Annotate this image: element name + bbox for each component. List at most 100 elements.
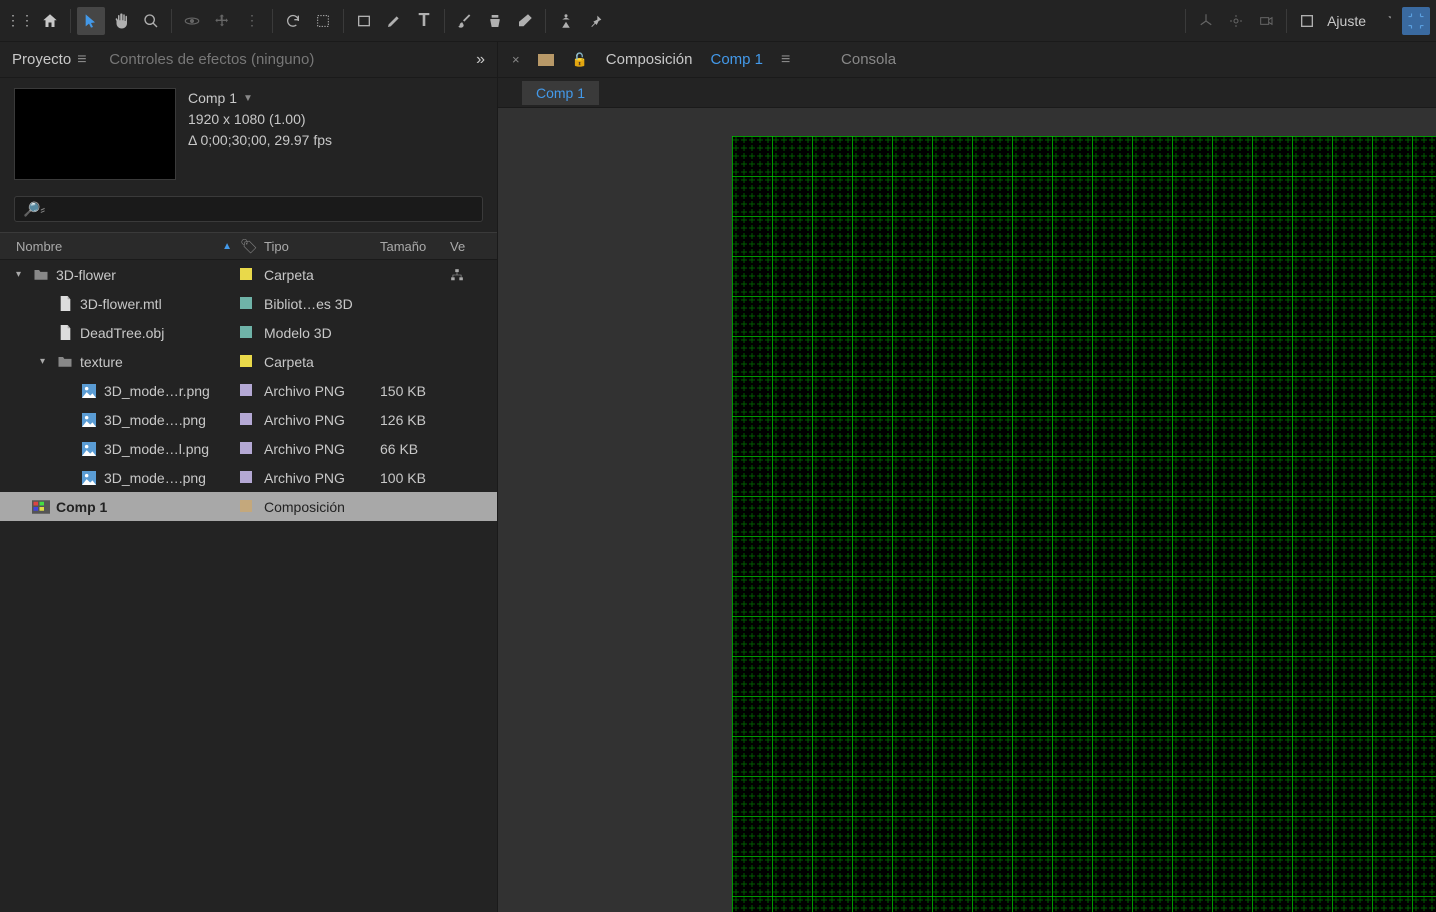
viewer-canvas[interactable]: [732, 136, 1436, 912]
home-icon[interactable]: [36, 7, 64, 35]
lock-icon[interactable]: 🔓: [572, 52, 588, 68]
project-row[interactable]: ▾textureCarpeta: [0, 347, 497, 376]
hand-tool-icon[interactable]: [107, 7, 135, 35]
pen-tool-icon[interactable]: [380, 7, 408, 35]
color-label-swatch[interactable]: [240, 355, 252, 367]
rotate-tool-icon[interactable]: [279, 7, 307, 35]
tab-project-label: Proyecto: [12, 51, 71, 68]
row-type: Carpeta: [264, 267, 380, 283]
3d-axis-icon[interactable]: [1192, 7, 1220, 35]
column-name[interactable]: Nombre: [16, 239, 62, 254]
row-type: Composición: [264, 499, 380, 515]
project-row[interactable]: 3D_mode….pngArchivo PNG126 KB: [0, 405, 497, 434]
selection-tool-icon[interactable]: [77, 7, 105, 35]
viewer-panel: × 🔓 Composición Comp 1 Consola Comp 1: [498, 42, 1436, 912]
tab-effects-label: Controles de efectos (ninguno): [109, 51, 314, 68]
separator: [272, 9, 273, 33]
row-size: 100 KB: [380, 470, 450, 486]
panel-menu-icon[interactable]: [77, 51, 89, 69]
row-size: 126 KB: [380, 412, 450, 428]
project-row[interactable]: 3D-flower.mtlBibliot…es 3D: [0, 289, 497, 318]
project-row[interactable]: 3D_mode….pngArchivo PNG100 KB: [0, 463, 497, 492]
separator: [1185, 9, 1186, 33]
pin-tool-icon[interactable]: [582, 7, 610, 35]
clone-tool-icon[interactable]: [481, 7, 509, 35]
rectangle-tool-icon[interactable]: [350, 7, 378, 35]
row-name: 3D-flower.mtl: [80, 296, 162, 312]
overflow-icon[interactable]: »: [476, 51, 485, 69]
comp-tab-bar: Comp 1: [498, 78, 1436, 108]
tab-console[interactable]: Consola: [841, 51, 896, 68]
project-row[interactable]: 3D_mode…l.pngArchivo PNG66 KB: [0, 434, 497, 463]
puppet-tool-icon[interactable]: [552, 7, 580, 35]
separator: [343, 9, 344, 33]
dolly-tool-icon[interactable]: ⋮: [238, 7, 266, 35]
disclosure-triangle-icon[interactable]: ▾: [16, 269, 30, 280]
zoom-tool-icon[interactable]: [137, 7, 165, 35]
snap-grid-icon[interactable]: [1402, 7, 1430, 35]
text-tool-icon[interactable]: T: [410, 7, 438, 35]
row-name: 3D-flower: [56, 267, 116, 283]
color-label-swatch[interactable]: [240, 268, 252, 280]
row-name: texture: [80, 354, 123, 370]
image-file-icon: [80, 412, 98, 428]
pan-tool-icon[interactable]: [208, 7, 236, 35]
snap-checkbox-icon[interactable]: [1293, 7, 1321, 35]
comp-tab-button[interactable]: Comp 1: [522, 81, 599, 105]
comp-dimensions: 1920 x 1080 (1.00): [188, 109, 332, 130]
folder-icon: [32, 267, 50, 283]
row-size: 66 KB: [380, 441, 450, 457]
viewer-area[interactable]: [498, 108, 1436, 912]
column-size[interactable]: Tamaño: [380, 239, 450, 254]
project-row[interactable]: Comp 1Composición: [0, 492, 497, 521]
disclosure-triangle-icon[interactable]: ▾: [40, 356, 54, 367]
color-label-swatch[interactable]: [240, 471, 252, 483]
dropdown-triangle-icon[interactable]: ▼: [243, 91, 253, 106]
snap-label: Ajuste: [1327, 13, 1366, 29]
tab-effect-controls[interactable]: Controles de efectos (ninguno): [109, 51, 314, 68]
color-label-swatch[interactable]: [240, 413, 252, 425]
tab-project[interactable]: Proyecto: [12, 51, 89, 69]
row-type: Archivo PNG: [264, 470, 380, 486]
grip-icon: ⋮⋮: [6, 7, 34, 35]
eraser-tool-icon[interactable]: [511, 7, 539, 35]
orbit-tool-icon[interactable]: [178, 7, 206, 35]
separator: [1286, 9, 1287, 33]
composition-icon: [32, 499, 50, 515]
column-type[interactable]: Tipo: [264, 239, 380, 254]
row-name: DeadTree.obj: [80, 325, 164, 341]
snap-options-icon[interactable]: [1372, 7, 1400, 35]
comp-type-icon: [538, 54, 554, 66]
project-row[interactable]: DeadTree.obj Modelo 3D: [0, 318, 497, 347]
separator: [171, 9, 172, 33]
viewer-tab-comp-name[interactable]: Comp 1: [711, 51, 764, 68]
folder-icon: [56, 354, 74, 370]
3d-light-icon[interactable]: [1222, 7, 1250, 35]
search-icon: 🔎⸗: [23, 201, 45, 218]
row-size: 150 KB: [380, 383, 450, 399]
row-type: Modelo 3D: [264, 325, 380, 341]
project-row[interactable]: ▾ 3D-flower Carpeta: [0, 260, 497, 289]
brush-tool-icon[interactable]: [451, 7, 479, 35]
color-label-swatch[interactable]: [240, 326, 252, 338]
viewer-tab-bar: × 🔓 Composición Comp 1 Consola: [498, 42, 1436, 78]
color-label-swatch[interactable]: [240, 500, 252, 512]
close-tab-icon[interactable]: ×: [512, 52, 520, 67]
project-row[interactable]: 3D_mode…r.pngArchivo PNG150 KB: [0, 376, 497, 405]
viewer-menu-icon[interactable]: [781, 51, 793, 69]
row-type: Archivo PNG: [264, 412, 380, 428]
camera-tool-icon[interactable]: [309, 7, 337, 35]
search-input[interactable]: 🔎⸗: [14, 196, 483, 222]
column-ve[interactable]: Ve: [450, 239, 478, 254]
main-toolbar: ⋮⋮ ⋮ T: [0, 0, 1436, 42]
column-label-icon[interactable]: 🏷: [240, 238, 258, 254]
comp-thumbnail[interactable]: [14, 88, 176, 180]
color-label-swatch[interactable]: [240, 442, 252, 454]
3d-camera-icon[interactable]: [1252, 7, 1280, 35]
project-columns-header: Nombre ▲ 🏷 Tipo Tamaño Ve: [0, 232, 497, 260]
color-label-swatch[interactable]: [240, 297, 252, 309]
project-rows: ▾ 3D-flower Carpeta 3D-flower.mtlBibliot…es…: [0, 260, 497, 521]
color-label-swatch[interactable]: [240, 384, 252, 396]
row-type: Archivo PNG: [264, 441, 380, 457]
flowchart-icon[interactable]: [450, 268, 478, 282]
